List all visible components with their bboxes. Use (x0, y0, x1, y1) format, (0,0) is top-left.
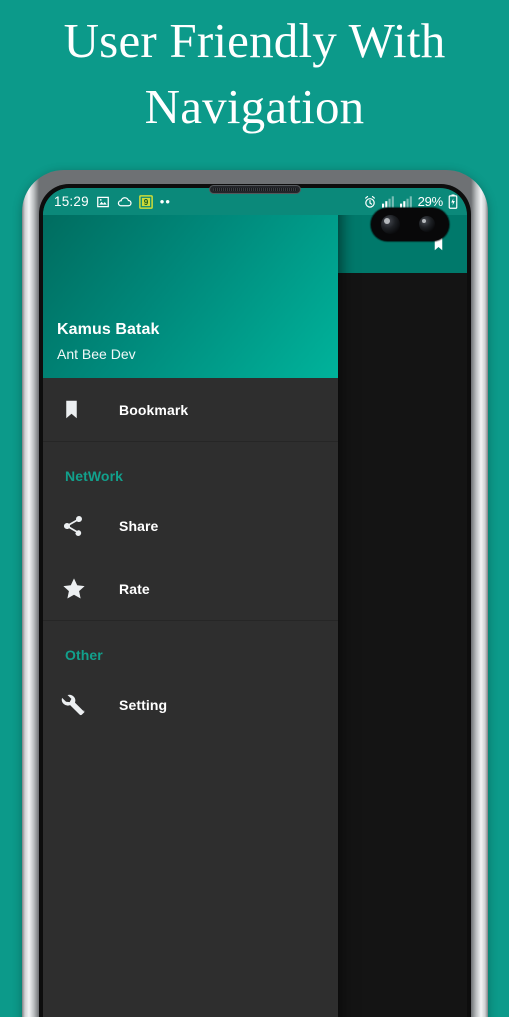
signal-icon (399, 195, 412, 208)
drawer-item-label: Share (119, 517, 159, 534)
promo-headline: User Friendly With Navigation (63, 13, 446, 134)
status-bar-right: 29% (363, 194, 458, 209)
battery-charging-icon (448, 194, 458, 209)
status-clock: 15:29 (54, 194, 89, 209)
drawer-item-label: Setting (119, 696, 168, 713)
drawer-section-network: NetWork (65, 468, 124, 484)
earpiece-speaker-icon (209, 185, 301, 194)
drawer-item-setting[interactable]: Setting (43, 673, 338, 736)
drawer-app-subtitle: Ant Bee Dev (57, 346, 136, 362)
camera-lens-icon (381, 215, 400, 234)
drawer-app-title: Kamus Batak (57, 321, 160, 338)
drawer-header: Kamus Batak Ant Bee Dev (43, 188, 338, 378)
phone-screen: 15:29 9 •• 29% Kamus Batak Ant Bee Dev B… (43, 188, 467, 1017)
phone-device-frame: 15:29 9 •• 29% Kamus Batak Ant Bee Dev B… (22, 170, 488, 1017)
status-bar-left: 15:29 9 •• (54, 194, 171, 209)
navigation-drawer: Kamus Batak Ant Bee Dev Bookmark NetWork… (43, 188, 338, 1017)
image-icon (96, 196, 109, 207)
drawer-item-bookmark[interactable]: Bookmark (43, 378, 338, 441)
share-icon (61, 514, 99, 538)
wrench-icon (61, 692, 99, 718)
drawer-item-label: Bookmark (119, 401, 189, 418)
signal-icon (381, 195, 394, 208)
battery-percent-label: 29% (417, 194, 444, 209)
star-icon (61, 576, 99, 602)
phone-bezel: 15:29 9 •• 29% Kamus Batak Ant Bee Dev B… (39, 184, 471, 1017)
drawer-menu-list: Bookmark NetWork Share Rate Other Settin… (43, 378, 338, 736)
drawer-item-label: Rate (119, 580, 150, 597)
drawer-item-rate[interactable]: Rate (43, 557, 338, 620)
excel-badge-icon: 9 (138, 194, 153, 209)
alarm-icon (364, 195, 375, 208)
drawer-section-other: Other (65, 647, 103, 663)
drawer-item-share[interactable]: Share (43, 494, 338, 557)
dual-punch-hole-camera-icon (371, 208, 449, 241)
cloud-icon (117, 196, 132, 206)
svg-text:9: 9 (144, 198, 149, 207)
camera-lens-icon (419, 216, 435, 232)
more-dots-icon: •• (159, 193, 171, 209)
bookmark-icon (61, 396, 99, 423)
